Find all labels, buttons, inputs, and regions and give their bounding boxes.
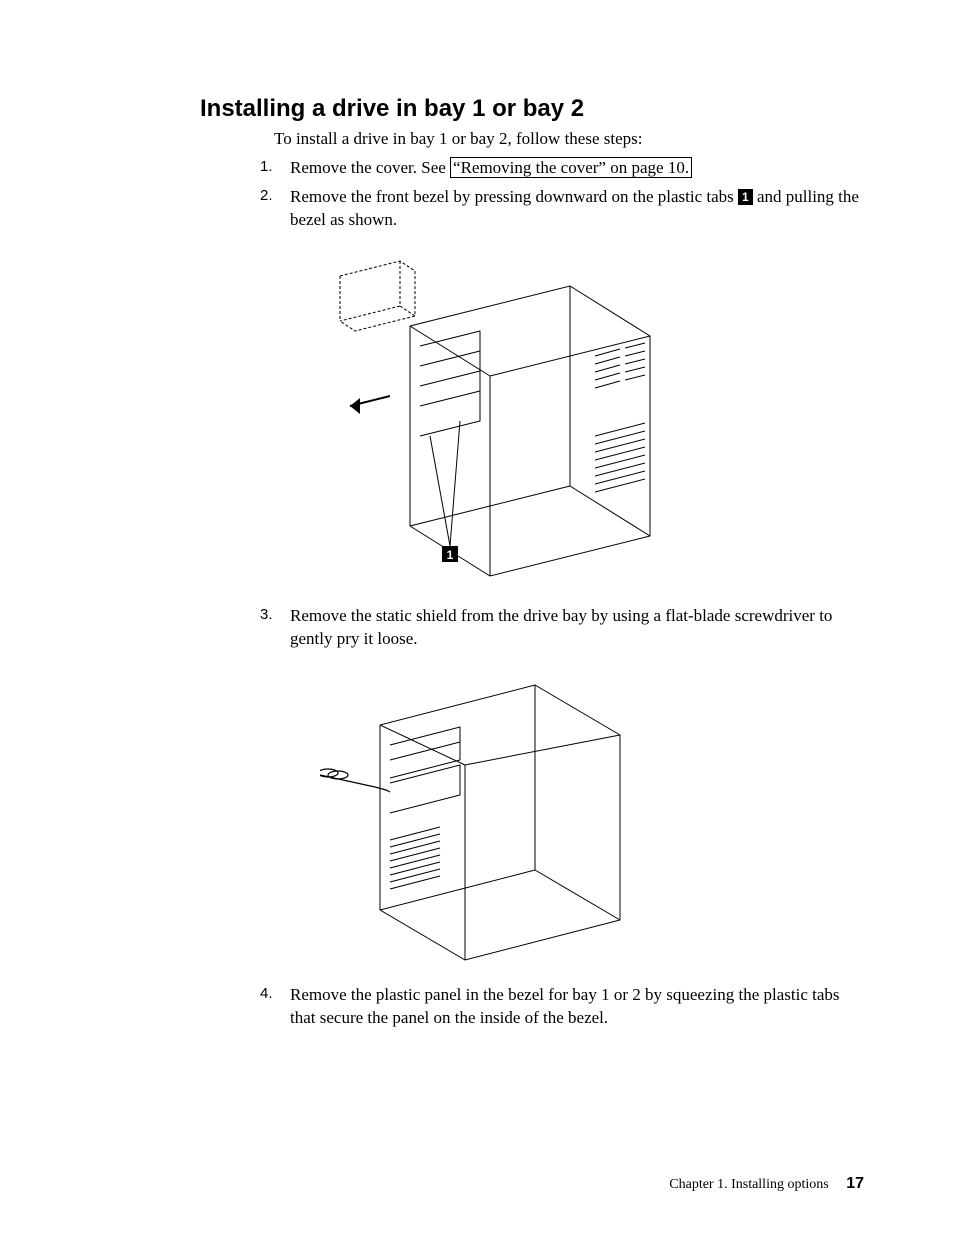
step-4: 4. Remove the plastic panel in the bezel…: [260, 984, 864, 1030]
section-heading: Installing a drive in bay 1 or bay 2: [200, 95, 864, 123]
illustration-svg: 1: [320, 246, 680, 586]
step-number: 1.: [260, 157, 273, 177]
callout-badge: 1: [738, 189, 753, 205]
page: Installing a drive in bay 1 or bay 2 To …: [0, 0, 954, 1235]
step-number: 3.: [260, 605, 273, 625]
footer-chapter: Chapter 1. Installing options: [669, 1177, 828, 1192]
step-number: 4.: [260, 984, 273, 1004]
step-3: 3. Remove the static shield from the dri…: [260, 605, 864, 972]
illustration-svg: [320, 665, 660, 965]
step-2: 2. Remove the front bezel by pressing do…: [260, 186, 864, 593]
figure-static-shield: [320, 665, 864, 972]
step-list: 1. Remove the cover. See “Removing the c…: [260, 157, 864, 1029]
step-text: Remove the plastic panel in the bezel fo…: [290, 985, 840, 1027]
step-1: 1. Remove the cover. See “Removing the c…: [260, 157, 864, 180]
step-number: 2.: [260, 186, 273, 206]
figure-bezel-removal: 1: [320, 246, 864, 593]
footer-page-number: 17: [846, 1175, 864, 1192]
page-footer: Chapter 1. Installing options 17: [669, 1175, 864, 1193]
intro-paragraph: To install a drive in bay 1 or bay 2, fo…: [274, 129, 864, 149]
cross-reference-link[interactable]: “Removing the cover” on page 10.: [450, 157, 692, 178]
step-text: Remove the static shield from the drive …: [290, 606, 832, 648]
figure-callout-label: 1: [447, 548, 454, 562]
step-text: Remove the cover. See: [290, 158, 450, 177]
step-text: Remove the front bezel by pressing downw…: [290, 187, 738, 206]
